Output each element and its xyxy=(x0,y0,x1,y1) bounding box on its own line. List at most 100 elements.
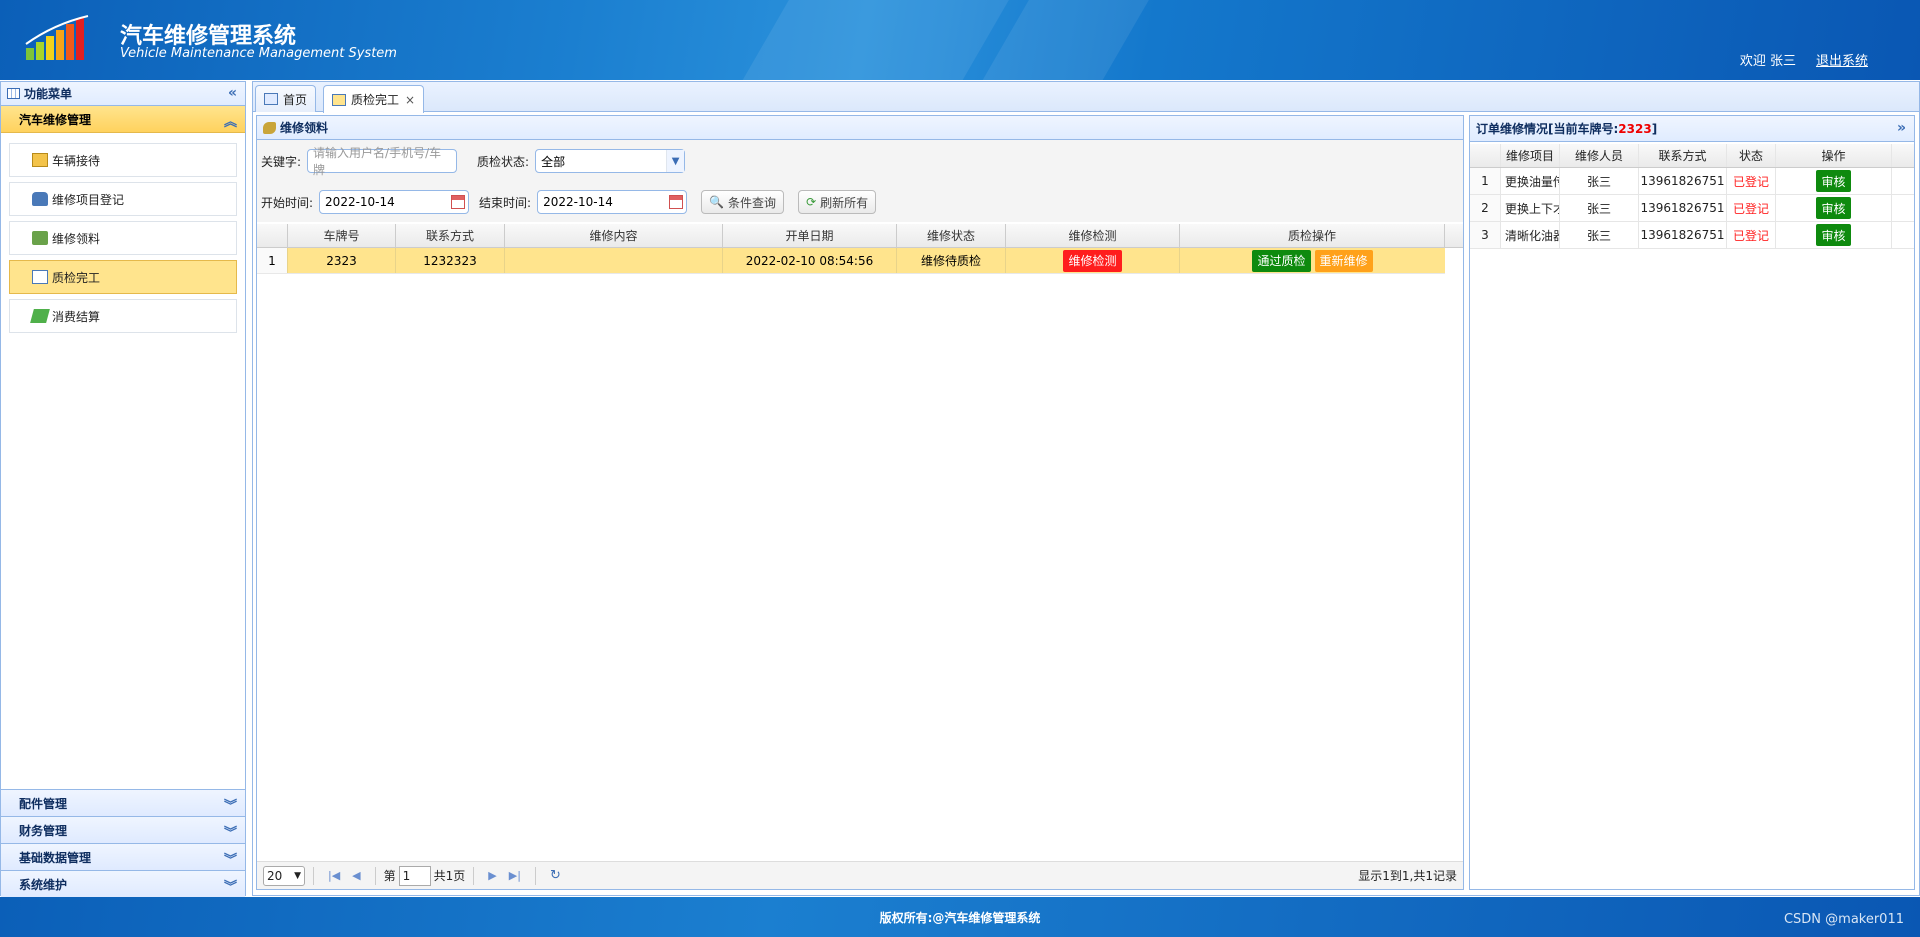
chevron-down-icon: ▼ xyxy=(294,870,301,881)
menu-item-label: 维修领料 xyxy=(52,231,101,246)
menu-grid-icon xyxy=(7,88,20,99)
table-row[interactable]: 2 更换上下才 张三 13961826751 已登记 审核 xyxy=(1470,195,1914,222)
column-header[interactable]: 质检操作 xyxy=(1180,224,1445,247)
menu-item-label: 消费结算 xyxy=(52,309,101,324)
start-date-input[interactable]: 2022-10-14 xyxy=(319,190,470,214)
car-icon xyxy=(32,192,48,206)
money-icon xyxy=(30,309,50,323)
chevron-up-icon[interactable]: ︽ xyxy=(224,111,237,130)
first-page-icon[interactable]: |◀ xyxy=(328,869,340,882)
staff-cell: 张三 xyxy=(1560,195,1639,221)
app-header: 汽车维修管理系统 Vehicle Maintenance Management … xyxy=(0,0,1920,80)
collapse-left-icon[interactable]: « xyxy=(228,85,237,101)
chevron-down-icon[interactable]: ︾ xyxy=(224,795,237,814)
staff-cell: 张三 xyxy=(1560,222,1639,248)
column-header[interactable]: 状态 xyxy=(1727,144,1776,167)
repair-check-button[interactable]: 维修检测 xyxy=(1063,249,1122,272)
chevron-down-icon[interactable]: ︾ xyxy=(224,849,237,868)
row-number: 1 xyxy=(257,248,288,273)
accordion-header-system[interactable]: 系统维护 ︾ xyxy=(1,870,245,897)
chevron-down-icon[interactable]: ︾ xyxy=(224,876,237,895)
menu-item-reception[interactable]: 车辆接待 xyxy=(9,143,237,177)
page-size-value: 20 xyxy=(267,868,283,883)
table-row[interactable]: 1 2323 1232323 2022-02-10 08:54:56 维修待质检… xyxy=(257,248,1445,274)
redo-repair-button[interactable]: 重新维修 xyxy=(1314,249,1373,272)
column-header[interactable]: 操作 xyxy=(1776,144,1892,167)
divider xyxy=(313,866,314,885)
page-number-input[interactable]: 1 xyxy=(398,865,431,886)
menu-item-label: 质检完工 xyxy=(52,270,101,285)
menu-item-settlement[interactable]: 消费结算 xyxy=(9,299,237,333)
order-grid-header: 维修项目 维修人员 联系方式 状态 操作 xyxy=(1470,144,1914,168)
calendar-icon[interactable] xyxy=(451,195,466,209)
item-cell: 更换上下才 xyxy=(1501,195,1560,221)
calendar-icon[interactable] xyxy=(669,195,684,209)
welcome-text: 欢迎 张三 xyxy=(1739,54,1796,69)
last-page-icon[interactable]: ▶| xyxy=(509,869,521,882)
tab-quality-check[interactable]: 质检完工 × xyxy=(323,85,425,113)
column-header[interactable]: 维修内容 xyxy=(505,224,723,247)
tab-home[interactable]: 首页 xyxy=(255,85,317,112)
logout-link[interactable]: 退出系统 xyxy=(1816,50,1868,69)
keyword-input[interactable]: 请输入用户名/手机号/车牌 xyxy=(307,146,458,177)
column-header[interactable]: 联系方式 xyxy=(396,224,505,247)
pagination: 20 ▼ |◀ ◀ 第 1 共1页 ▶ ▶| ↻ 显示1到1,共1记录 xyxy=(257,861,1463,889)
column-header[interactable]: 联系方式 xyxy=(1639,144,1727,167)
op-cell: 审核 xyxy=(1776,222,1892,248)
status-cell: 已登记 xyxy=(1727,168,1776,194)
column-header[interactable]: 维修人员 xyxy=(1560,144,1639,167)
order-repair-panel: 订单维修情况[当前车牌号: 2323] » 维修项目 维修人员 联系方式 状态 操… xyxy=(1469,115,1915,890)
column-header[interactable]: 维修项目 xyxy=(1501,144,1560,167)
menu-item-material[interactable]: 维修领料 xyxy=(9,221,237,255)
start-date-label: 开始时间: xyxy=(261,195,314,210)
pass-qc-button[interactable]: 通过质检 xyxy=(1252,249,1311,272)
pager-info: 显示1到1,共1记录 xyxy=(1358,869,1457,883)
close-icon[interactable]: × xyxy=(405,93,415,107)
accordion-header-basic-data[interactable]: 基础数据管理 ︾ xyxy=(1,843,245,870)
search-row-1: 关键字: 请输入用户名/手机号/车牌 质检状态: 全部 ▼ xyxy=(257,140,1463,182)
plate-cell: 2323 xyxy=(288,248,396,273)
qc-status-select[interactable]: 全部 ▼ xyxy=(535,149,686,173)
menu-item-project-register[interactable]: 维修项目登记 xyxy=(9,182,237,216)
tab-strip: 首页 质检完工 × xyxy=(253,82,1919,113)
chevron-down-icon[interactable]: ︾ xyxy=(224,822,237,841)
collapse-right-icon[interactable]: » xyxy=(1897,120,1906,136)
refresh-all-button[interactable]: ⟳ 刷新所有 xyxy=(798,190,877,214)
column-header[interactable]: 维修状态 xyxy=(897,224,1006,247)
accordion-header-finance[interactable]: 财务管理 ︾ xyxy=(1,816,245,843)
approve-button[interactable]: 审核 xyxy=(1816,224,1851,246)
next-page-icon[interactable]: ▶ xyxy=(488,869,496,882)
accordion-header-parts[interactable]: 配件管理 ︾ xyxy=(1,789,245,816)
sidebar: 功能菜单 « 汽车维修管理 ︽ 车辆接待 维修项目登记 维修领料 质检完工 消费… xyxy=(0,81,246,897)
phone-cell: 13961826751 xyxy=(1639,222,1727,248)
op-cell: 审核 xyxy=(1776,195,1892,221)
reload-icon[interactable]: ↻ xyxy=(550,868,561,883)
status-cell: 已登记 xyxy=(1727,195,1776,221)
column-header[interactable]: 维修检测 xyxy=(1006,224,1180,247)
accordion-header-repair[interactable]: 汽车维修管理 ︽ xyxy=(1,106,245,133)
approve-button[interactable]: 审核 xyxy=(1816,197,1851,219)
approve-button[interactable]: 审核 xyxy=(1816,170,1851,192)
phone-cell: 13961826751 xyxy=(1639,168,1727,194)
checklist-icon xyxy=(32,270,48,284)
grid-header: 车牌号 联系方式 维修内容 开单日期 维修状态 维修检测 质检操作 xyxy=(257,224,1463,248)
column-header[interactable]: 开单日期 xyxy=(723,224,897,247)
chevron-down-icon[interactable]: ▼ xyxy=(666,150,685,172)
end-date-input[interactable]: 2022-10-14 xyxy=(537,190,688,214)
column-header[interactable]: 车牌号 xyxy=(288,224,396,247)
rownum-header xyxy=(257,224,288,247)
home-icon xyxy=(264,93,278,105)
accordion-title: 汽车维修管理 xyxy=(19,112,92,127)
accordion-title: 基础数据管理 xyxy=(19,850,92,865)
header-decoration xyxy=(719,0,1021,80)
search-button[interactable]: 🔍 条件查询 xyxy=(701,190,785,214)
table-row[interactable]: 1 更换油量传 张三 13961826751 已登记 审核 xyxy=(1470,168,1914,195)
copyright-text: 版权所有:@汽车维修管理系统 xyxy=(879,910,1041,925)
prev-page-icon[interactable]: ◀ xyxy=(352,869,360,882)
table-row[interactable]: 3 清晰化油器 张三 13961826751 已登记 审核 xyxy=(1470,222,1914,249)
app-footer: 版权所有:@汽车维修管理系统 xyxy=(0,897,1920,937)
menu-item-quality-check[interactable]: 质检完工 xyxy=(9,260,237,294)
item-cell: 更换油量传 xyxy=(1501,168,1560,194)
page-size-select[interactable]: 20 ▼ xyxy=(263,865,305,886)
order-panel-title-end: ] xyxy=(1651,121,1658,136)
